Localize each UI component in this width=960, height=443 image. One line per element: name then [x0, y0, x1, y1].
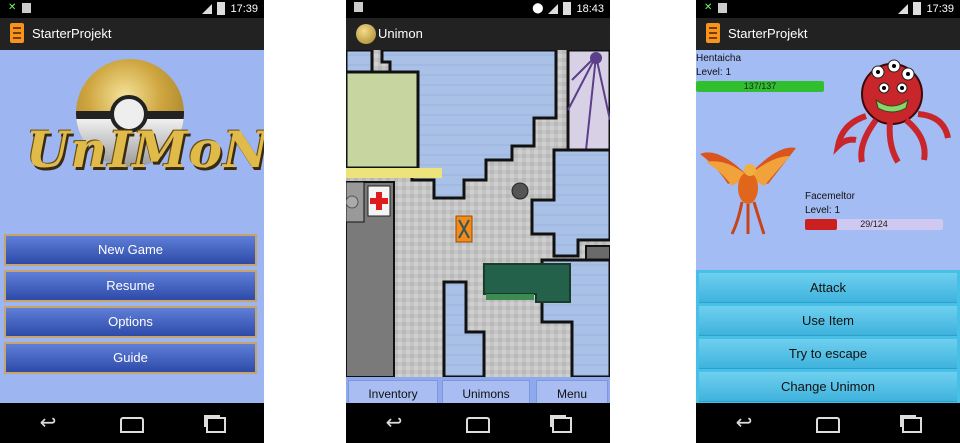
- use-item-button[interactable]: Use Item: [699, 306, 957, 336]
- status-bar: ✕ 17:39: [696, 0, 960, 18]
- phone-screen-battle: ✕ 17:39 StarterProjekt Hentaicha Level: …: [696, 0, 960, 443]
- player-monster: [700, 147, 796, 235]
- back-icon[interactable]: ↩: [374, 409, 414, 437]
- phone-screen-main-menu: ✕ 17:39 StarterProjekt UnIMoN New Game R…: [0, 0, 264, 443]
- guide-button[interactable]: Guide: [4, 342, 257, 374]
- back-icon[interactable]: ↩: [28, 409, 68, 437]
- status-bar: ⬤ 18:43: [346, 0, 610, 18]
- options-button[interactable]: Options: [4, 306, 257, 338]
- battery-icon: [563, 2, 572, 15]
- player-hp-text: 29/124: [860, 219, 888, 229]
- action-bar: StarterProjekt: [696, 18, 960, 50]
- escape-button[interactable]: Try to escape: [699, 339, 957, 369]
- navigation-bar: ↩: [346, 403, 610, 443]
- bottom-tab-bar: Inventory Unimons Menu: [346, 377, 610, 408]
- app-title: StarterProjekt: [728, 26, 808, 41]
- notification-icon: [354, 2, 363, 12]
- home-icon[interactable]: [112, 409, 152, 437]
- map-canvas: [346, 50, 610, 377]
- signal-icon: [898, 3, 909, 14]
- notification-icon: ✕: [704, 2, 713, 13]
- battery-icon: [217, 2, 226, 15]
- location-icon: ⬤: [532, 3, 544, 14]
- phone-screen-map: ⬤ 18:43 Unimon Inventory Unimons Menu ↩: [346, 0, 610, 443]
- enemy-name: Hentaicha: [696, 53, 742, 64]
- navigation-bar: ↩: [0, 403, 264, 443]
- action-bar: StarterProjekt: [0, 18, 264, 50]
- player-name: Facemeltor: [805, 191, 856, 202]
- app-title: StarterProjekt: [32, 26, 112, 41]
- enemy-monster: [833, 59, 951, 164]
- enemy-hp-bar: 137/137: [696, 81, 824, 92]
- notification-icon: [22, 2, 32, 13]
- signal-icon: [548, 3, 559, 14]
- signal-icon: [202, 3, 213, 14]
- enemy-hp-text: 137/137: [743, 81, 777, 91]
- status-time: 17:39: [926, 2, 954, 15]
- app-title: Unimon: [378, 26, 423, 41]
- navigation-bar: ↩: [696, 403, 960, 443]
- battle-scene: Hentaicha Level: 1 137/137 Facemeltor Le…: [696, 50, 960, 270]
- battle-actions: Attack Use Item Try to escape Change Uni…: [696, 270, 960, 403]
- recent-apps-icon[interactable]: [542, 409, 582, 437]
- new-game-button[interactable]: New Game: [4, 234, 257, 266]
- notification-icon: [718, 2, 728, 13]
- status-time: 18:43: [576, 2, 604, 15]
- status-time: 17:39: [230, 2, 258, 15]
- battery-icon: [913, 2, 922, 15]
- action-bar: Unimon: [346, 18, 610, 50]
- attack-button[interactable]: Attack: [699, 273, 957, 303]
- app-icon: [356, 24, 376, 44]
- recent-apps-icon[interactable]: [892, 409, 932, 437]
- app-icon: [706, 23, 720, 43]
- resume-button[interactable]: Resume: [4, 270, 257, 302]
- enemy-level: Level: 1: [696, 67, 732, 78]
- status-bar: ✕ 17:39: [0, 0, 264, 18]
- player-level: Level: 1: [805, 205, 841, 216]
- home-icon[interactable]: [458, 409, 498, 437]
- main-menu: UnIMoN New Game Resume Options Guide: [0, 50, 264, 403]
- change-unimon-button[interactable]: Change Unimon: [699, 372, 957, 402]
- unimon-logo-text: UnIMoN: [26, 120, 264, 179]
- player-hp-fill: [805, 219, 838, 230]
- player-hp-bar: 29/124: [805, 219, 943, 230]
- app-icon: [10, 23, 24, 43]
- notification-icon: ✕: [8, 2, 17, 13]
- home-icon[interactable]: [808, 409, 848, 437]
- recent-apps-icon[interactable]: [196, 409, 236, 437]
- game-map[interactable]: [346, 50, 610, 377]
- back-icon[interactable]: ↩: [724, 409, 764, 437]
